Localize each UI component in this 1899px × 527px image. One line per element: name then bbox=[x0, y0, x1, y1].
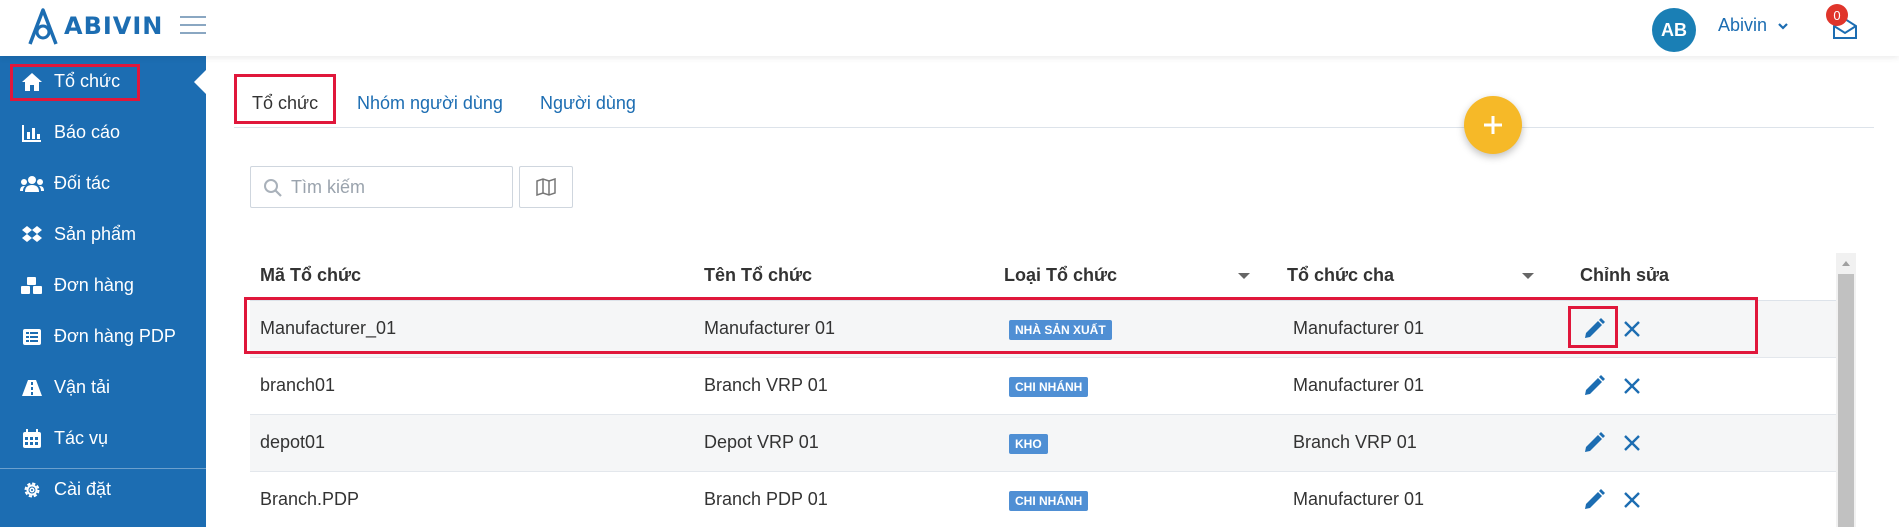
cell-code: Branch.PDP bbox=[260, 489, 360, 509]
delete-button[interactable] bbox=[1618, 372, 1646, 400]
map-view-button[interactable] bbox=[519, 166, 573, 208]
delete-button[interactable] bbox=[1618, 486, 1646, 514]
highlight-box bbox=[10, 64, 140, 101]
tab-bar: Tổ chức Nhóm người dùng Người dùng bbox=[234, 72, 1874, 128]
chevron-down-icon bbox=[1778, 22, 1788, 30]
sidebar-item-label: Báo cáo bbox=[54, 122, 121, 142]
close-icon bbox=[1624, 435, 1640, 451]
sidebar-item-don-hang[interactable]: Đơn hàng bbox=[0, 260, 206, 311]
sidebar-item-label: Đơn hàng PDP bbox=[54, 326, 176, 346]
edit-button[interactable] bbox=[1580, 429, 1608, 457]
search-box bbox=[250, 166, 513, 208]
sidebar-item-label: Đối tác bbox=[54, 173, 111, 193]
scrollbar-thumb[interactable] bbox=[1838, 274, 1854, 527]
user-menu[interactable]: Abivin bbox=[1718, 15, 1789, 36]
column-header-parent: Tổ chức cha bbox=[1287, 265, 1395, 285]
logo-mark-icon bbox=[28, 8, 58, 45]
edit-highlight-box bbox=[1568, 306, 1618, 348]
column-header-name: Tên Tổ chức bbox=[704, 265, 813, 285]
pencil-icon bbox=[1585, 489, 1605, 509]
table-row[interactable]: Branch.PDP Branch PDP 01 CHI NHÁNH Manuf… bbox=[250, 472, 1836, 527]
top-bar: ABIVIN AB Abivin 0 bbox=[0, 0, 1899, 56]
logo[interactable]: ABIVIN bbox=[26, 6, 163, 46]
dropbox-icon bbox=[20, 223, 44, 247]
cell-code: branch01 bbox=[260, 375, 336, 395]
sidebar-item-van-tai[interactable]: Vận tải bbox=[0, 362, 206, 413]
brand-name: ABIVIN bbox=[64, 12, 164, 40]
sidebar-item-bao-cao[interactable]: Báo cáo bbox=[0, 107, 206, 158]
search-icon bbox=[264, 179, 282, 197]
edit-button[interactable] bbox=[1580, 372, 1608, 400]
notification-badge: 0 bbox=[1826, 4, 1848, 26]
column-header-edit: Chỉnh sửa bbox=[1580, 265, 1670, 285]
sidebar-item-label: Tác vụ bbox=[54, 428, 109, 448]
search-input[interactable] bbox=[291, 176, 501, 198]
pencil-icon bbox=[1585, 432, 1605, 452]
caret-up-icon bbox=[1842, 261, 1850, 266]
menu-toggle-icon[interactable] bbox=[180, 16, 206, 36]
calendar-icon bbox=[20, 427, 44, 451]
type-badge: CHI NHÁNH bbox=[1009, 491, 1089, 511]
close-icon bbox=[1624, 492, 1640, 508]
tab-highlight-box bbox=[234, 74, 336, 124]
cell-name: Branch PDP 01 bbox=[704, 489, 828, 509]
map-icon bbox=[536, 178, 556, 196]
cell-name: Branch VRP 01 bbox=[704, 375, 828, 395]
table-row[interactable]: branch01 Branch VRP 01 CHI NHÁNH Manufac… bbox=[250, 358, 1836, 415]
cubes-icon bbox=[20, 274, 44, 298]
sidebar-item-don-hang-pdp[interactable]: Đơn hàng PDP bbox=[0, 311, 206, 362]
type-filter-dropdown[interactable] bbox=[1238, 273, 1250, 279]
username-label: Abivin bbox=[1718, 15, 1768, 35]
sidebar-item-doi-tac[interactable]: Đối tác bbox=[0, 158, 206, 209]
column-header-type: Loại Tổ chức bbox=[1004, 265, 1118, 285]
table-header: Mã Tổ chức Tên Tổ chức Loại Tổ chức Tổ c… bbox=[250, 253, 1836, 301]
tab-nhom-nguoi-dung[interactable]: Nhóm người dùng bbox=[357, 80, 503, 126]
edit-button[interactable] bbox=[1580, 486, 1608, 514]
sidebar-item-san-pham[interactable]: Sản phẩm bbox=[0, 209, 206, 260]
tab-nguoi-dung[interactable]: Người dùng bbox=[540, 80, 636, 126]
cell-parent: Manufacturer 01 bbox=[1293, 375, 1425, 395]
delete-button[interactable] bbox=[1618, 429, 1646, 457]
row-highlight-box bbox=[244, 297, 1758, 354]
organization-table: Mã Tổ chức Tên Tổ chức Loại Tổ chức Tổ c… bbox=[250, 253, 1836, 527]
bar-chart-icon bbox=[20, 121, 44, 145]
sidebar: Tổ chức Báo cáo Đối tác Sản phẩm Đơn hàn… bbox=[0, 56, 206, 527]
cell-parent: Manufacturer 01 bbox=[1293, 489, 1425, 509]
sidebar-item-tac-vu[interactable]: Tác vụ bbox=[0, 413, 206, 464]
users-icon bbox=[20, 172, 44, 196]
close-icon bbox=[1624, 378, 1640, 394]
gear-icon bbox=[20, 478, 44, 502]
scroll-up-arrow[interactable] bbox=[1836, 253, 1856, 273]
sidebar-item-label: Vận tải bbox=[54, 377, 111, 397]
table-row[interactable]: depot01 Depot VRP 01 KHO Branch VRP 01 bbox=[250, 415, 1836, 472]
type-badge: KHO bbox=[1009, 434, 1048, 454]
parent-filter-dropdown[interactable] bbox=[1522, 273, 1534, 279]
sidebar-item-to-chuc[interactable]: Tổ chức bbox=[0, 56, 206, 107]
cell-code: depot01 bbox=[260, 432, 326, 452]
type-badge: CHI NHÁNH bbox=[1009, 377, 1089, 397]
plus-icon bbox=[1484, 116, 1502, 134]
column-header-code: Mã Tổ chức bbox=[260, 265, 362, 285]
avatar[interactable]: AB bbox=[1652, 8, 1696, 52]
sidebar-item-label: Cài đặt bbox=[54, 479, 112, 499]
cell-name: Depot VRP 01 bbox=[704, 432, 819, 452]
pencil-icon bbox=[1585, 375, 1605, 395]
cell-parent: Branch VRP 01 bbox=[1293, 432, 1417, 452]
add-button[interactable] bbox=[1464, 96, 1522, 154]
list-icon bbox=[20, 325, 44, 349]
sidebar-item-cai-dat[interactable]: Cài đặt bbox=[0, 464, 206, 515]
sidebar-item-label: Đơn hàng bbox=[54, 275, 134, 295]
road-icon bbox=[20, 376, 44, 400]
sidebar-item-label: Sản phẩm bbox=[54, 224, 137, 244]
